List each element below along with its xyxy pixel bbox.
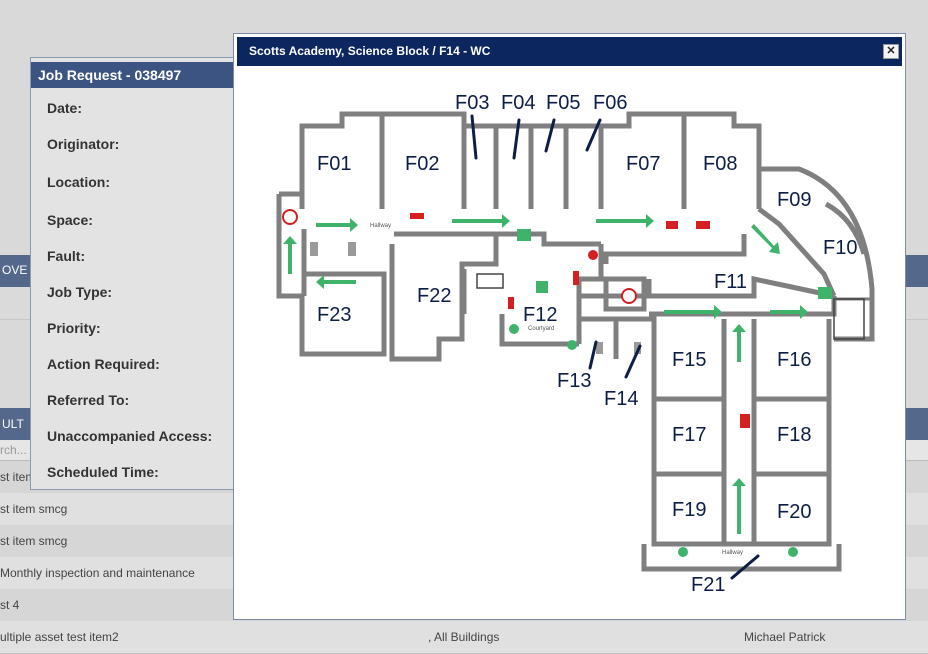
table-row[interactable]: ultiple asset test item2 , All Buildings…: [0, 621, 928, 654]
exit-route-arrows: [283, 214, 808, 534]
fire-extinguisher-icon: [508, 297, 514, 309]
fire-point-icon: [740, 414, 750, 428]
scheduled-time-label: Scheduled Time:: [47, 464, 159, 480]
stairs-icon: [476, 273, 504, 289]
exit-arrow-icon: [732, 478, 746, 534]
plant-icon: [788, 547, 798, 557]
courtyard-label: Courtyard: [528, 326, 554, 332]
room-label-f17[interactable]: F17: [672, 424, 706, 446]
exit-arrow-icon: [452, 214, 510, 228]
room-label-f13[interactable]: F13: [557, 370, 591, 392]
referred-to-label: Referred To:: [47, 392, 130, 408]
room-label-f04[interactable]: F04: [501, 92, 535, 114]
exit-arrow-icon: [596, 214, 654, 228]
plant-icon: [509, 324, 519, 334]
toilet-icon: [348, 242, 356, 256]
no-entry-icon: [621, 288, 637, 304]
job-request-panel: Job Request - 038497 Date: Originator: L…: [30, 57, 250, 490]
room-label-f20[interactable]: F20: [777, 501, 811, 523]
fire-point-icon: [666, 221, 678, 229]
fire-alarm-icon: [588, 250, 598, 260]
exit-arrow-icon: [316, 275, 356, 289]
fire-point-icon: [696, 221, 710, 229]
fire-extinguisher-icon: [573, 271, 579, 285]
originator-label: Originator:: [47, 136, 120, 152]
space-label: Space:: [47, 212, 93, 228]
exit-arrow-icon: [751, 224, 780, 254]
room-label-f12[interactable]: F12: [523, 304, 557, 326]
row-description: st item smcg: [0, 502, 68, 516]
floor-plan[interactable]: Hallway Courtyard Hallway F01 F02 F03 F0…: [234, 34, 905, 619]
room-label-f18[interactable]: F18: [777, 424, 811, 446]
exit-arrow-icon: [664, 305, 722, 319]
stairs-icon: [833, 298, 865, 340]
row-assignee: Michael Patrick: [744, 630, 826, 644]
room-label-f07[interactable]: F07: [626, 153, 660, 175]
row-description: ultiple asset test item2: [0, 630, 119, 644]
room-label-f21[interactable]: F21: [691, 574, 725, 596]
date-label: Date:: [47, 100, 83, 116]
location-label: Location:: [47, 174, 110, 190]
job-request-title: Job Request - 038497: [31, 62, 249, 88]
row-description: st item smcg: [0, 534, 68, 548]
room-label-f05[interactable]: F05: [546, 92, 580, 114]
exit-arrow-icon: [283, 236, 297, 274]
row-location: , All Buildings: [428, 630, 500, 644]
row-description: st 4: [0, 598, 20, 612]
room-label-f22[interactable]: F22: [417, 285, 451, 307]
priority-label: Priority:: [47, 320, 101, 336]
fire-extinguisher-icon: [410, 213, 424, 219]
hallway-label: Hallway: [722, 550, 743, 556]
job-type-label: Job Type:: [47, 284, 113, 300]
exit-arrow-icon: [316, 218, 358, 232]
exit-arrow-icon: [732, 324, 746, 362]
room-label-f19[interactable]: F19: [672, 499, 706, 521]
plant-icon: [567, 340, 577, 350]
unaccompanied-access-label: Unaccompanied Access:: [47, 428, 213, 444]
toilet-icon: [310, 242, 318, 256]
floor-plan-dialog: Scotts Academy, Science Block / F14 - WC…: [233, 33, 906, 620]
room-label-f02[interactable]: F02: [405, 153, 439, 175]
no-entry-icon: [282, 209, 298, 225]
exit-sign-icon: [536, 281, 548, 293]
row-description: Monthly inspection and maintenance: [0, 566, 195, 580]
room-label-f09[interactable]: F09: [777, 189, 811, 211]
room-label-f01[interactable]: F01: [317, 153, 351, 175]
room-label-f15[interactable]: F15: [672, 349, 706, 371]
room-label-f10[interactable]: F10: [823, 237, 857, 259]
exit-sign-icon: [517, 229, 531, 241]
room-label-f23[interactable]: F23: [317, 304, 351, 326]
hallway-label: Hallway: [370, 223, 391, 229]
room-label-f08[interactable]: F08: [703, 153, 737, 175]
room-label-f14[interactable]: F14: [604, 388, 638, 410]
action-required-label: Action Required:: [47, 356, 160, 372]
overview-tab-label: OVE: [2, 263, 28, 277]
exit-sign-icon: [818, 287, 832, 299]
plant-icon: [678, 547, 688, 557]
fault-label: Fault:: [47, 248, 86, 264]
search-placeholder: rch...: [0, 443, 27, 457]
exit-arrow-icon: [770, 305, 808, 319]
room-label-f11[interactable]: F11: [714, 271, 747, 293]
room-label-f03[interactable]: F03: [455, 92, 489, 114]
room-label-f06[interactable]: F06: [593, 92, 627, 114]
results-header-label: ULT: [2, 417, 24, 431]
room-label-f16[interactable]: F16: [777, 349, 811, 371]
